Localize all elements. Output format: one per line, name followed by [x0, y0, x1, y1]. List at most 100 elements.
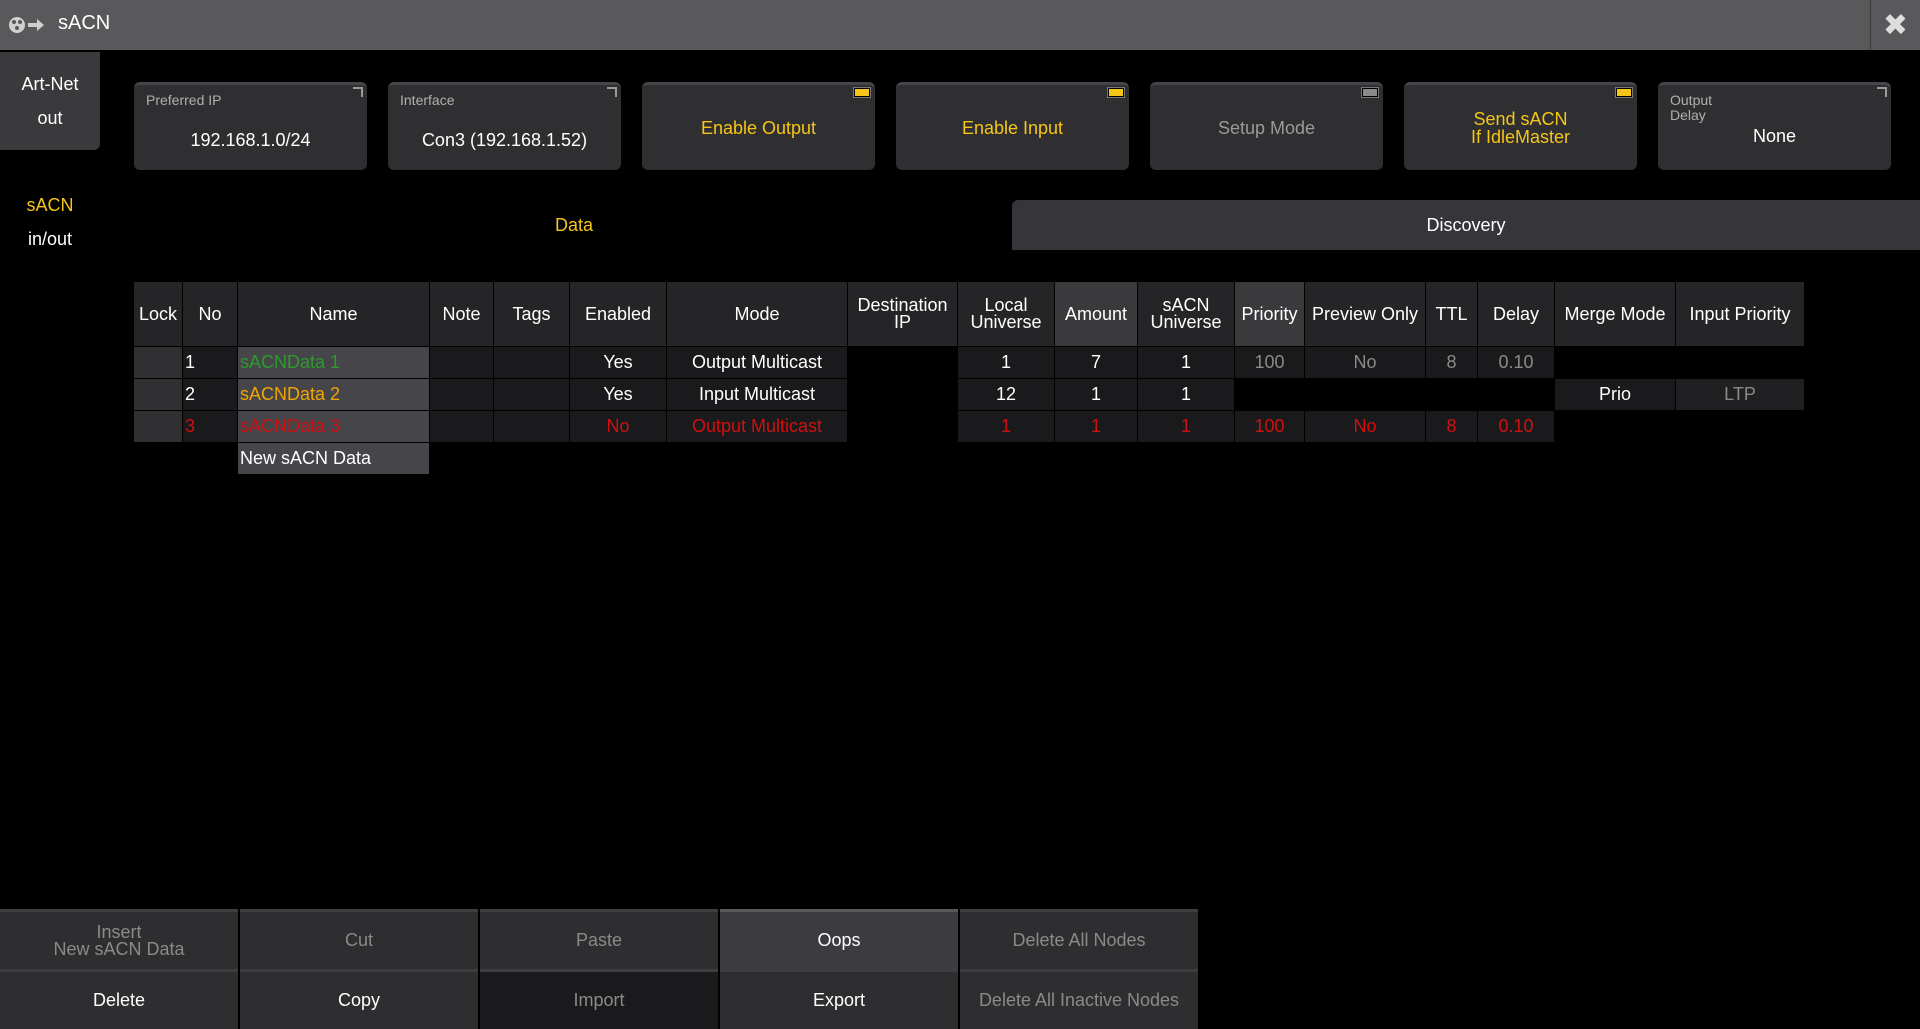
- cell-delay[interactable]: 0.10: [1477, 410, 1555, 443]
- header-preview-only[interactable]: Preview Only: [1304, 281, 1426, 347]
- cell-name[interactable]: sACNData 1: [237, 346, 430, 379]
- cell-note[interactable]: [429, 378, 494, 411]
- header-no[interactable]: No: [182, 281, 238, 347]
- cell-name[interactable]: sACNData 2: [237, 378, 430, 411]
- cell-sacn-universe[interactable]: 1: [1137, 410, 1235, 443]
- interface-button[interactable]: Interface Con3 (192.168.1.52): [388, 82, 621, 170]
- cut-button[interactable]: Cut: [240, 909, 478, 969]
- header-name[interactable]: Name: [237, 281, 430, 347]
- cell-empty: [429, 442, 1805, 475]
- table-row[interactable]: 1 sACNData 1 Yes Output Multicast 1 7 1 …: [133, 346, 1805, 379]
- cell-amount[interactable]: 1: [1054, 378, 1138, 411]
- preferred-ip-button[interactable]: Preferred IP 192.168.1.0/24: [134, 82, 367, 170]
- header-note[interactable]: Note: [429, 281, 494, 347]
- header-local-universe[interactable]: Local Universe: [957, 281, 1055, 347]
- cell-tags[interactable]: [493, 346, 570, 379]
- table-row[interactable]: 3 sACNData 3 No Output Multicast 1 1 1 1…: [133, 410, 1805, 443]
- output-delay-button[interactable]: Output Delay None: [1658, 82, 1891, 170]
- toggle-led-icon: [1362, 88, 1378, 97]
- cell-preview-only[interactable]: [1304, 378, 1426, 411]
- header-delay[interactable]: Delay: [1477, 281, 1555, 347]
- header-ttl[interactable]: TTL: [1425, 281, 1478, 347]
- delete-all-inactive-nodes-button[interactable]: Delete All Inactive Nodes: [960, 969, 1198, 1029]
- cell-local-universe[interactable]: 12: [957, 378, 1055, 411]
- export-button[interactable]: Export: [720, 969, 958, 1029]
- cell-priority[interactable]: [1234, 378, 1305, 411]
- insert-new-sacn-data-button[interactable]: Insert New sACN Data: [0, 909, 238, 969]
- enable-output-button[interactable]: Enable Output: [642, 82, 875, 170]
- cell-delay[interactable]: 0.10: [1477, 346, 1555, 379]
- cell-delay[interactable]: [1477, 378, 1555, 411]
- cell-merge-mode[interactable]: [1554, 410, 1676, 443]
- cell-destination-ip[interactable]: [847, 346, 958, 379]
- table-row[interactable]: 2 sACNData 2 Yes Input Multicast 12 1 1 …: [133, 378, 1805, 411]
- import-button[interactable]: Import: [480, 969, 718, 1029]
- cell-mode[interactable]: Output Multicast: [666, 410, 848, 443]
- cell-lock[interactable]: [133, 410, 183, 443]
- cell-destination-ip[interactable]: [847, 378, 958, 411]
- new-row[interactable]: New sACN Data: [133, 442, 1805, 475]
- cell-amount[interactable]: 1: [1054, 410, 1138, 443]
- cell-merge-mode[interactable]: Prio: [1554, 378, 1676, 411]
- cell-amount[interactable]: 7: [1054, 346, 1138, 379]
- cell-ttl[interactable]: [1425, 378, 1478, 411]
- cell-lock[interactable]: [133, 378, 183, 411]
- insert-label-line1: Insert: [96, 921, 142, 942]
- cell-input-priority[interactable]: [1675, 410, 1805, 443]
- cell-enabled[interactable]: No: [569, 410, 667, 443]
- tab-discovery[interactable]: Discovery: [1012, 200, 1920, 250]
- delete-button[interactable]: Delete: [0, 969, 238, 1029]
- side-tab-artnet-out[interactable]: Art-Net out: [0, 52, 100, 150]
- header-input-priority[interactable]: Input Priority: [1675, 281, 1805, 347]
- cell-merge-mode[interactable]: [1554, 346, 1676, 379]
- cell-mode[interactable]: Input Multicast: [666, 378, 848, 411]
- cell-no[interactable]: 1: [182, 346, 238, 379]
- close-button[interactable]: ✖: [1870, 0, 1920, 50]
- enable-input-button[interactable]: Enable Input: [896, 82, 1129, 170]
- paste-button[interactable]: Paste: [480, 909, 718, 969]
- header-lock[interactable]: Lock: [133, 281, 183, 347]
- header-enabled[interactable]: Enabled: [569, 281, 667, 347]
- cell-lock[interactable]: [133, 346, 183, 379]
- oops-button[interactable]: Oops: [720, 909, 958, 969]
- cell-input-priority[interactable]: LTP: [1675, 378, 1805, 411]
- cell-tags[interactable]: [493, 410, 570, 443]
- cell-preview-only[interactable]: No: [1304, 410, 1426, 443]
- cell-empty: [182, 442, 238, 475]
- delete-all-nodes-button[interactable]: Delete All Nodes: [960, 909, 1198, 969]
- cell-local-universe[interactable]: 1: [957, 346, 1055, 379]
- header-merge-mode[interactable]: Merge Mode: [1554, 281, 1676, 347]
- side-tab-sacn-in-out[interactable]: sACN in/out: [0, 187, 100, 257]
- cell-sacn-universe[interactable]: 1: [1137, 346, 1235, 379]
- new-sacn-data-cell[interactable]: New sACN Data: [237, 442, 430, 475]
- header-destination-ip-line2: IP: [893, 312, 911, 332]
- header-destination-ip[interactable]: Destination IP: [847, 281, 958, 347]
- cell-preview-only[interactable]: No: [1304, 346, 1426, 379]
- cell-enabled[interactable]: Yes: [569, 346, 667, 379]
- cell-name[interactable]: sACNData 3: [237, 410, 430, 443]
- header-tags[interactable]: Tags: [493, 281, 570, 347]
- cell-no[interactable]: 3: [182, 410, 238, 443]
- header-mode[interactable]: Mode: [666, 281, 848, 347]
- cell-tags[interactable]: [493, 378, 570, 411]
- cell-ttl[interactable]: 8: [1425, 410, 1478, 443]
- cell-note[interactable]: [429, 346, 494, 379]
- cell-destination-ip[interactable]: [847, 410, 958, 443]
- cell-priority[interactable]: 100: [1234, 410, 1305, 443]
- header-priority[interactable]: Priority: [1234, 281, 1305, 347]
- cell-mode[interactable]: Output Multicast: [666, 346, 848, 379]
- cell-input-priority[interactable]: [1675, 346, 1805, 379]
- send-sacn-idle-master-button[interactable]: Send sACN If IdleMaster: [1404, 82, 1637, 170]
- cell-no[interactable]: 2: [182, 378, 238, 411]
- cell-priority[interactable]: 100: [1234, 346, 1305, 379]
- cell-sacn-universe[interactable]: 1: [1137, 378, 1235, 411]
- header-amount[interactable]: Amount: [1054, 281, 1138, 347]
- cell-local-universe[interactable]: 1: [957, 410, 1055, 443]
- cell-enabled[interactable]: Yes: [569, 378, 667, 411]
- header-sacn-universe[interactable]: sACN Universe: [1137, 281, 1235, 347]
- copy-button[interactable]: Copy: [240, 969, 478, 1029]
- setup-mode-button[interactable]: Setup Mode: [1150, 82, 1383, 170]
- cell-ttl[interactable]: 8: [1425, 346, 1478, 379]
- cell-note[interactable]: [429, 410, 494, 443]
- tab-data[interactable]: Data: [134, 200, 1014, 250]
